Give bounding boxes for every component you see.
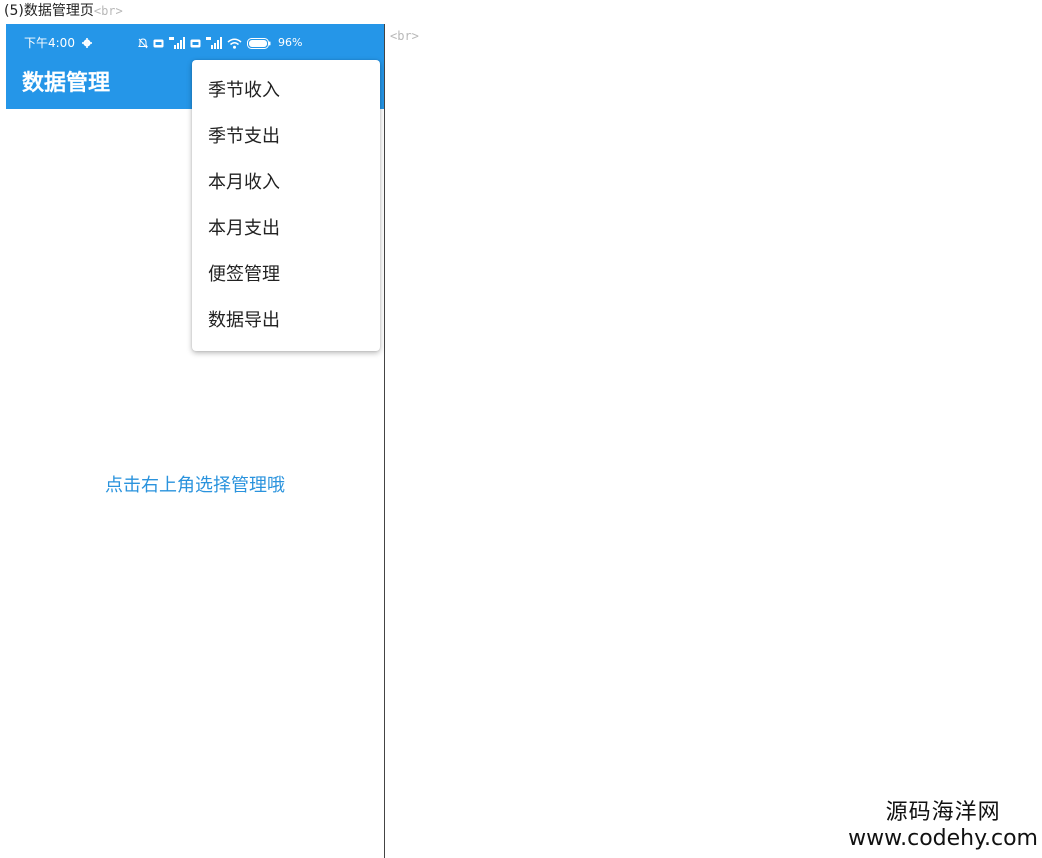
wifi-icon [227, 38, 242, 49]
caption-text: (5)数据管理页 [4, 3, 94, 19]
screenshot-divider [384, 24, 385, 858]
watermark: 源码海洋网 www.codehy.com [848, 800, 1038, 852]
signal-4g-icon [206, 37, 222, 49]
menu-item-season-expense[interactable]: 季节支出 [192, 114, 380, 160]
br-tag-right: <br> [390, 29, 419, 43]
document-caption: (5)数据管理页<br> [4, 2, 123, 20]
signal-4g-icon [169, 37, 185, 49]
watermark-site-name: 源码海洋网 [885, 800, 1001, 825]
page-title: 数据管理 [22, 71, 111, 96]
status-icons: 96% [138, 36, 302, 50]
hd-icon [153, 39, 164, 47]
battery-icon [247, 37, 271, 49]
watermark-url: www.codehy.com [848, 826, 1038, 851]
menu-item-month-expense[interactable]: 本月支出 [192, 206, 380, 252]
menu-item-month-income[interactable]: 本月收入 [192, 160, 380, 206]
br-tag-inline: <br> [93, 4, 123, 18]
empty-hint-text: 点击右上角选择管理哦 [105, 475, 285, 496]
status-bar: 下午4:00 96% [6, 24, 384, 62]
menu-item-notes-management[interactable]: 便签管理 [192, 252, 380, 298]
overflow-menu: 季节收入 季节支出 本月收入 本月支出 便签管理 数据导出 [192, 60, 380, 351]
hd-icon [190, 39, 201, 47]
gear-icon [82, 38, 92, 48]
menu-item-data-export[interactable]: 数据导出 [192, 298, 380, 344]
menu-item-season-income[interactable]: 季节收入 [192, 68, 380, 114]
battery-percent: 96% [278, 36, 303, 49]
status-time: 下午4:00 [24, 36, 75, 50]
mute-icon [138, 37, 148, 48]
